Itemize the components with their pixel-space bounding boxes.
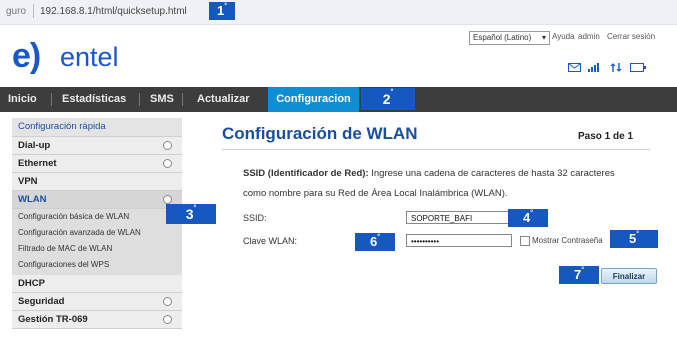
page-title: Configuración de WLAN (222, 124, 418, 143)
sidebar-subitem-label: Configuración avanzada de WLAN (18, 228, 141, 237)
expand-circle-icon (163, 297, 172, 306)
language-value: Español (Latino) (473, 33, 532, 42)
address-divider (33, 4, 34, 18)
nav-actualizar[interactable]: Actualizar (197, 87, 250, 112)
nav-divider (139, 93, 140, 106)
user-admin-link[interactable]: admin (578, 32, 600, 41)
expand-circle-icon (163, 159, 172, 168)
expand-circle-icon (163, 141, 172, 150)
ssid-description: SSID (Identificador de Red): Ingrese una… (243, 164, 653, 204)
wlan-key-input[interactable]: •••••••••• (406, 234, 512, 247)
sidebar-item-wlan[interactable]: WLAN (12, 191, 182, 209)
sidebar-subitem-label: Configuración básica de WLAN (18, 212, 130, 221)
nav-sms[interactable]: SMS (150, 87, 174, 112)
wlan-key-label: Clave WLAN: (243, 236, 298, 246)
url-text[interactable]: 192.168.8.1/html/quicksetup.html (40, 6, 187, 17)
step-badge-7: 7° (559, 266, 599, 284)
logout-link[interactable]: Cerrar sesión (607, 32, 655, 41)
sidebar-subitem-mac-filter[interactable]: Filtrado de MAC de WLAN (12, 241, 182, 257)
site-security-label: guro (6, 6, 27, 17)
degree-mark: ° (224, 3, 228, 10)
help-link[interactable]: Ayuda (552, 32, 575, 41)
step-badge-6: 6° (355, 233, 395, 251)
ssid-description-line2: como nombre para su Red de Área Local In… (243, 188, 508, 199)
sidebar-subitem-label: Filtrado de MAC de WLAN (18, 244, 113, 253)
degree-mark: ° (530, 210, 534, 217)
data-transfer-icon (610, 63, 622, 72)
sidebar-item-ethernet[interactable]: Ethernet (12, 155, 182, 173)
degree-mark: ° (581, 267, 585, 274)
step-badge-4: 4° (508, 209, 548, 227)
step-badge-1: 1° (209, 2, 235, 20)
signal-icon (588, 63, 599, 72)
sidebar-quick-setup-label: Configuración rápida (18, 121, 106, 132)
mail-icon[interactable] (568, 63, 581, 72)
sidebar-subitem-label: Configuraciones del WPS (18, 260, 110, 269)
entel-logo-mark: e) (12, 37, 41, 75)
degree-mark: ° (636, 231, 640, 238)
entel-logo-text: entel (60, 42, 119, 72)
ssid-input[interactable]: SOPORTE_BAFI (406, 211, 512, 224)
sidebar-item-label: Gestión TR-069 (18, 314, 88, 325)
sidebar-item-vpn[interactable]: VPN (12, 173, 182, 191)
degree-mark: ° (377, 234, 381, 241)
finish-button[interactable]: Finalizar (601, 268, 657, 284)
sidebar-item-label: Ethernet (18, 158, 57, 169)
nav-divider (182, 93, 183, 106)
step-badge-2: 2° (361, 88, 415, 110)
show-password-label: Mostrar Contraseña (532, 236, 603, 245)
step-badge-5: 5° (610, 230, 658, 248)
sidebar-quick-setup[interactable]: Configuración rápida (12, 118, 182, 137)
sidebar-item-label: WLAN (18, 194, 47, 205)
sidebar-item-label: Dial-up (18, 140, 51, 151)
step-badge-3: 3° (166, 204, 216, 224)
nav-inicio[interactable]: Inicio (8, 87, 37, 112)
sidebar-item-label: DHCP (18, 278, 45, 289)
ssid-label: SSID: (243, 213, 267, 223)
sidebar-subitem-wlan-advanced[interactable]: Configuración avanzada de WLAN (12, 225, 182, 241)
battery-icon (630, 63, 646, 72)
chevron-down-icon: ▾ (541, 33, 546, 42)
sidebar-subitem-wps[interactable]: Configuraciones del WPS (12, 257, 182, 275)
sidebar-item-seguridad[interactable]: Seguridad (12, 293, 182, 311)
show-password-checkbox[interactable] (520, 236, 530, 246)
nav-estadisticas[interactable]: Estadísticas (62, 87, 126, 112)
degree-mark: ° (390, 89, 394, 96)
expand-circle-icon (163, 195, 172, 204)
nav-configuracion[interactable]: Configuracion (268, 87, 359, 112)
degree-mark: ° (193, 205, 197, 212)
sidebar-item-label: Seguridad (18, 296, 65, 307)
ssid-description-text: Ingrese una cadena de caracteres de hast… (368, 168, 615, 179)
language-select[interactable]: Español (Latino) ▾ (469, 31, 550, 45)
sidebar-item-dialup[interactable]: Dial-up (12, 137, 182, 155)
sidebar-item-tr069[interactable]: Gestión TR-069 (12, 311, 182, 329)
expand-circle-icon (163, 315, 172, 324)
nav-divider (51, 93, 52, 106)
sidebar-item-label: VPN (18, 176, 38, 187)
step-indicator: Paso 1 de 1 (578, 131, 634, 142)
sidebar-item-dhcp[interactable]: DHCP (12, 275, 182, 293)
ssid-description-bold: SSID (Identificador de Red): (243, 168, 369, 179)
sidebar-subitem-wlan-basic[interactable]: Configuración básica de WLAN (12, 209, 182, 225)
title-divider (222, 149, 650, 150)
